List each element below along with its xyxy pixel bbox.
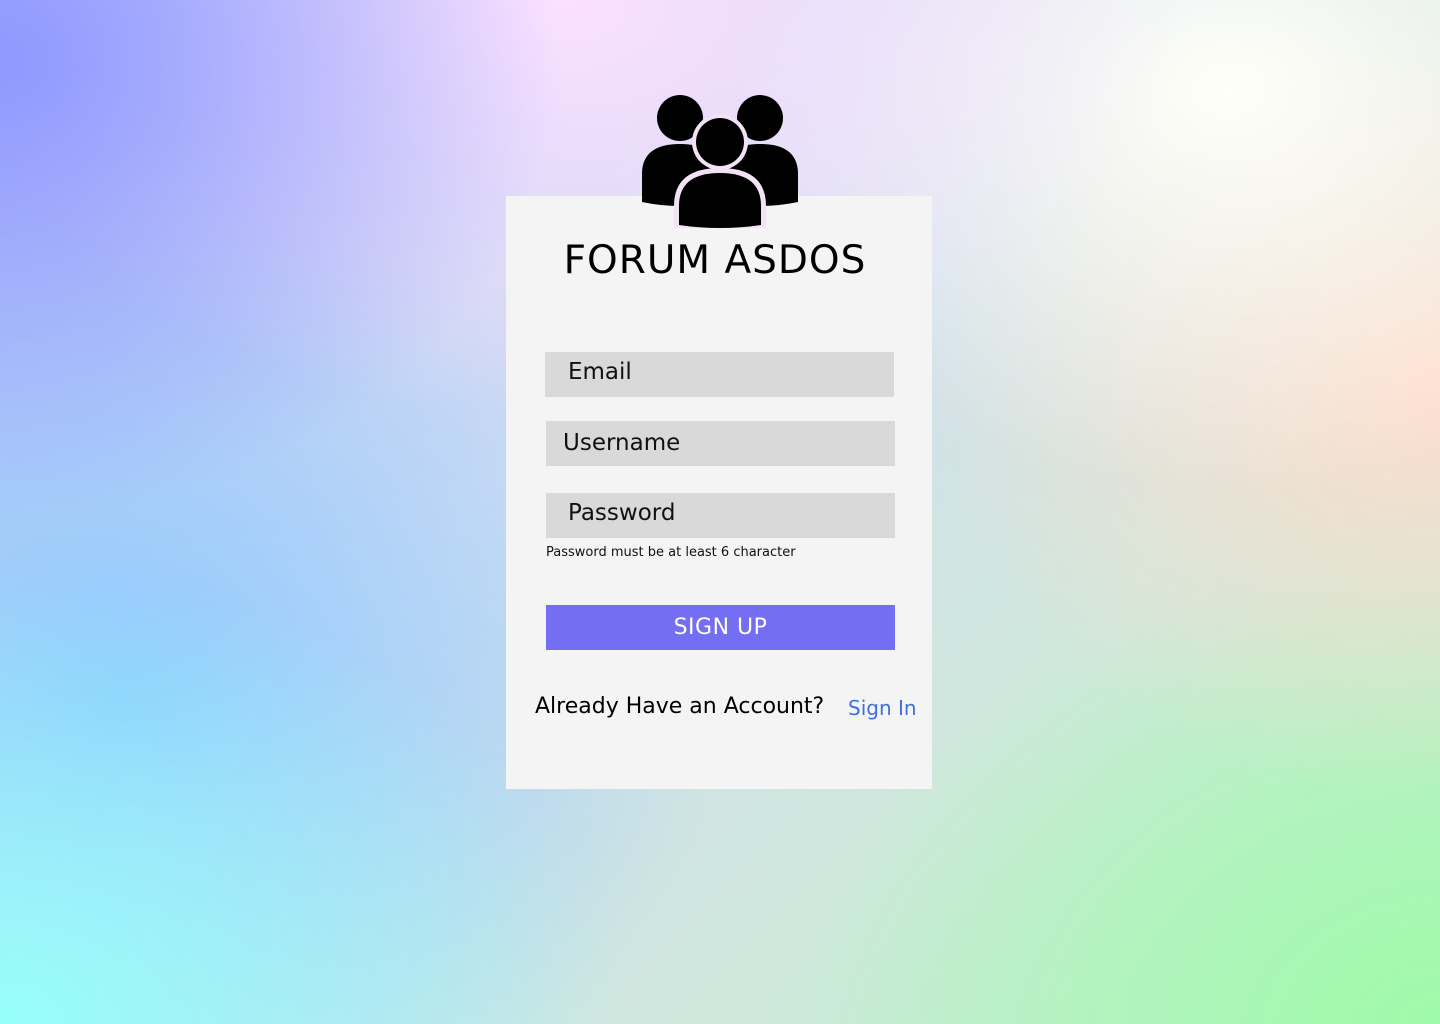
email-field[interactable]: Email	[545, 352, 894, 397]
sign-up-button[interactable]: SIGN UP	[546, 605, 895, 650]
username-field[interactable]: Username	[546, 421, 895, 466]
already-have-account-text: Already Have an Account?	[535, 694, 825, 719]
password-hint: Password must be at least 6 character	[546, 545, 796, 560]
users-group-icon	[642, 95, 798, 228]
password-field[interactable]: Password	[546, 493, 895, 538]
sign-in-link[interactable]: Sign In	[848, 693, 917, 723]
signup-page: FORUM ASDOS Email Username Password Pass…	[0, 0, 1440, 1024]
page-title: FORUM ASDOS	[563, 238, 867, 283]
